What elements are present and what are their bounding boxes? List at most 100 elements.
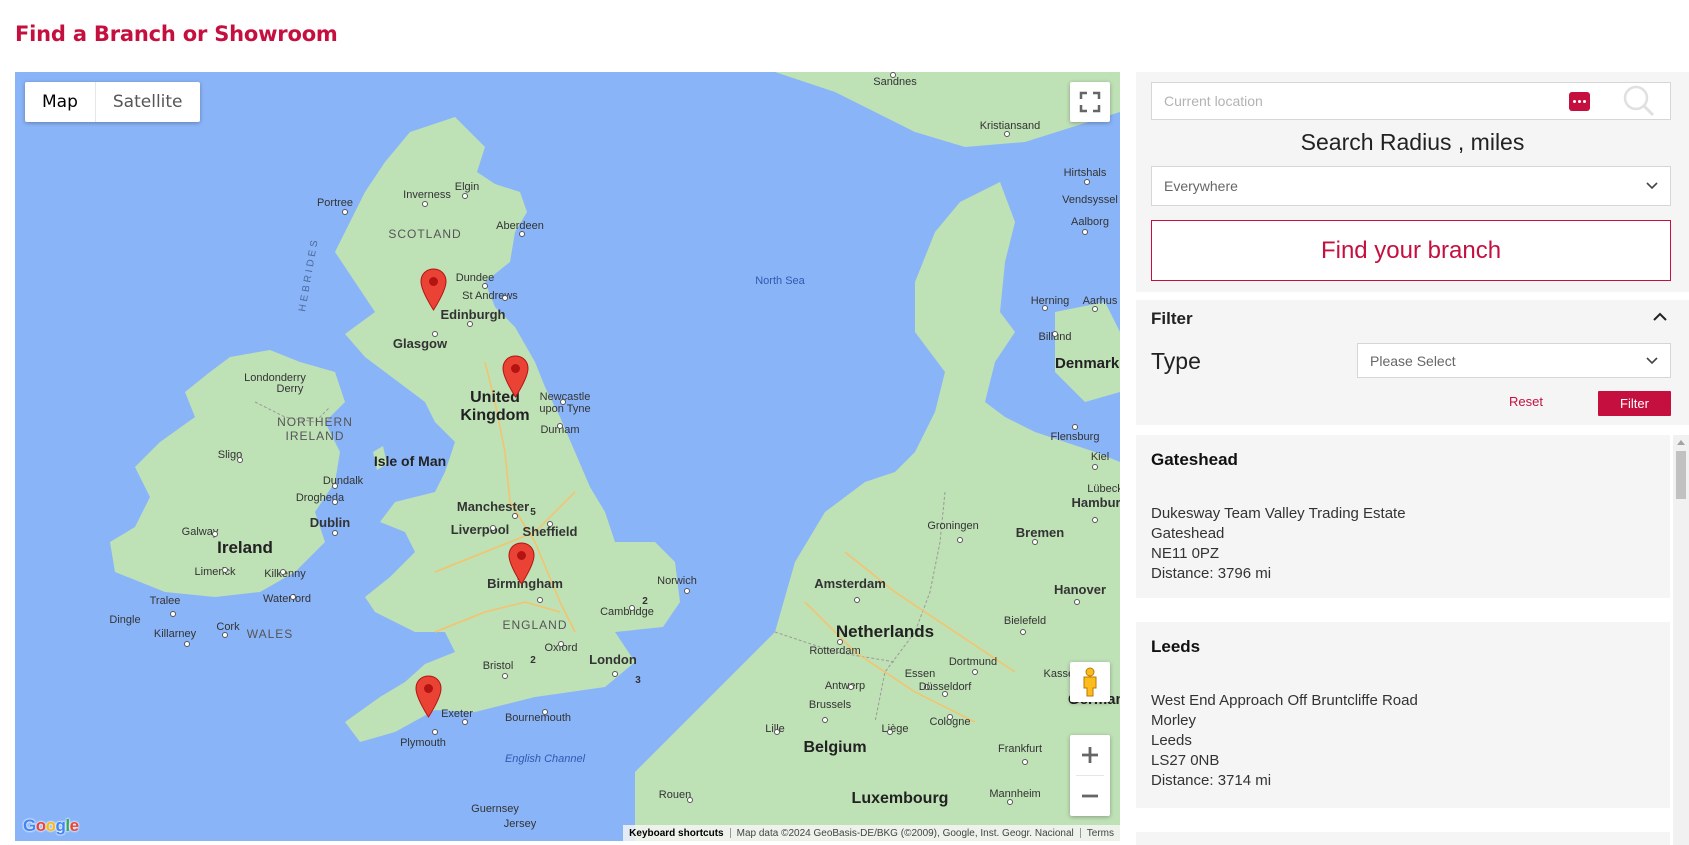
map-canvas[interactable]: UnitedKingdomIrelandNetherlandsBelgiumLu… bbox=[15, 72, 1120, 841]
map-label: Antwerp bbox=[825, 680, 865, 692]
terms-link[interactable]: Terms bbox=[1081, 828, 1120, 839]
map-label: Aalborg bbox=[1071, 216, 1109, 228]
map-label: Flensburg bbox=[1051, 431, 1100, 443]
type-select[interactable]: Please Select bbox=[1357, 343, 1671, 378]
map-label: Waterford bbox=[263, 593, 311, 605]
autofill-dots-icon[interactable] bbox=[1569, 91, 1590, 111]
map-label: Herning bbox=[1031, 295, 1070, 307]
map-label: Netherlands bbox=[836, 622, 934, 641]
map-label: Sandnes bbox=[873, 76, 917, 88]
location-input[interactable] bbox=[1152, 83, 1569, 119]
map-label: Derry bbox=[277, 383, 304, 395]
map-label: 5 bbox=[530, 507, 536, 518]
scrollbar-thumb[interactable] bbox=[1676, 451, 1686, 499]
map-label: IRELAND bbox=[285, 429, 344, 443]
map-label: ENGLAND bbox=[502, 618, 567, 632]
city-dot bbox=[1074, 599, 1080, 605]
list-item[interactable]: Leeds West End Approach Off Bruntcliffe … bbox=[1136, 622, 1670, 808]
list-item[interactable] bbox=[1136, 832, 1670, 845]
branch-address-line: Leeds bbox=[1151, 732, 1192, 749]
branch-address-line: Dukesway Team Valley Trading Estate bbox=[1151, 505, 1406, 522]
map-label: Liège bbox=[882, 723, 909, 735]
map-label: Portree bbox=[317, 197, 353, 209]
search-box: Search Radius , miles Everywhere Find yo… bbox=[1136, 72, 1689, 292]
map-marker-icon[interactable] bbox=[415, 675, 442, 718]
map-label: Norwich bbox=[657, 575, 697, 587]
city-dot bbox=[542, 709, 548, 715]
map-label: Kingdom bbox=[460, 407, 529, 424]
chevron-down-icon bbox=[1646, 182, 1658, 190]
city-dot bbox=[629, 605, 635, 611]
map-label: Frankfurt bbox=[998, 743, 1042, 755]
branch-address-line: Gateshead bbox=[1151, 525, 1225, 542]
map-label: Dublin bbox=[310, 515, 350, 530]
branch-address-line: NE11 0PZ bbox=[1151, 545, 1220, 562]
city-dot bbox=[512, 513, 518, 519]
map-label: Aberdeen bbox=[496, 220, 544, 232]
map-label: Bournemouth bbox=[505, 712, 571, 724]
page-title: Find a Branch or Showroom bbox=[15, 22, 338, 46]
city-dot bbox=[684, 588, 690, 594]
map-marker-icon[interactable] bbox=[420, 268, 447, 311]
map-label: London bbox=[589, 652, 637, 667]
branch-map[interactable]: United Kingdom Ireland Netherlands Belgium Lu… bbox=[15, 72, 1120, 841]
city-dot bbox=[432, 331, 438, 337]
city-dot bbox=[462, 193, 468, 199]
map-label: Londonderry bbox=[244, 372, 306, 384]
city-dot bbox=[848, 684, 854, 690]
search-icon[interactable] bbox=[1618, 82, 1658, 120]
scroll-up-arrow[interactable] bbox=[1677, 440, 1685, 445]
city-dot bbox=[467, 321, 473, 327]
map-label: upon Tyne bbox=[539, 403, 590, 415]
city-dot bbox=[432, 729, 438, 735]
google-logo: Google bbox=[23, 816, 79, 835]
fullscreen-button[interactable] bbox=[1070, 82, 1110, 122]
map-label: Guernsey bbox=[471, 803, 519, 815]
find-branch-button[interactable]: Find your branch bbox=[1151, 220, 1671, 281]
street-view-pegman[interactable] bbox=[1070, 662, 1110, 702]
map-label: Essen bbox=[905, 668, 936, 680]
city-dot bbox=[222, 632, 228, 638]
radius-select-value: Everywhere bbox=[1164, 178, 1238, 194]
filter-button[interactable]: Filter bbox=[1598, 391, 1671, 416]
zoom-out-button[interactable] bbox=[1070, 776, 1110, 816]
city-dot bbox=[942, 691, 948, 697]
branch-address-line: West End Approach Off Bruntcliffe Road bbox=[1151, 692, 1418, 709]
map-type-map-button[interactable]: Map bbox=[25, 82, 95, 122]
reset-link[interactable]: Reset bbox=[1509, 394, 1543, 409]
city-dot bbox=[422, 201, 428, 207]
zoom-in-button[interactable] bbox=[1070, 735, 1110, 775]
map-label: Kiel bbox=[1091, 451, 1109, 463]
map-label: Brussels bbox=[809, 699, 852, 711]
map-label: Bremen bbox=[1016, 525, 1064, 540]
radius-select[interactable]: Everywhere bbox=[1151, 166, 1671, 206]
city-dot bbox=[212, 531, 218, 537]
search-radius-title: Search Radius , miles bbox=[1300, 129, 1525, 155]
city-dot bbox=[547, 521, 553, 527]
map-label: Edinburgh bbox=[441, 307, 506, 322]
map-marker-icon[interactable] bbox=[502, 355, 529, 398]
city-dot bbox=[482, 283, 488, 289]
map-label: Hamburg bbox=[1071, 495, 1120, 510]
city-dot bbox=[280, 569, 286, 575]
map-label: Amsterdam bbox=[814, 576, 886, 591]
map-type-satellite-button[interactable]: Satellite bbox=[96, 82, 200, 122]
keyboard-shortcuts-link[interactable]: Keyboard shortcuts bbox=[623, 828, 729, 839]
results-list[interactable]: Gateshead Dukesway Team Valley Trading E… bbox=[1136, 435, 1689, 845]
map-label: 3 bbox=[635, 675, 641, 686]
map-label: Dortmund bbox=[949, 656, 997, 668]
map-marker-icon[interactable] bbox=[508, 542, 535, 585]
map-label: Liverpool bbox=[451, 522, 510, 537]
zoom-control bbox=[1070, 735, 1110, 816]
map-label: Dundee bbox=[456, 272, 495, 284]
chevron-up-icon[interactable] bbox=[1653, 312, 1667, 321]
map-attribution: Keyboard shortcuts Map data ©2024 GeoBas… bbox=[623, 825, 1120, 841]
list-item[interactable]: Gateshead Dukesway Team Valley Trading E… bbox=[1136, 435, 1670, 598]
city-dot bbox=[502, 295, 508, 301]
map-label: Manchester bbox=[457, 499, 529, 514]
map-label: Mannheim bbox=[989, 788, 1040, 800]
results-scrollbar[interactable] bbox=[1673, 435, 1689, 845]
map-label: Kristiansand bbox=[980, 120, 1041, 132]
land-denmark-islands bbox=[1055, 302, 1120, 402]
map-label: Jersey bbox=[504, 818, 537, 830]
